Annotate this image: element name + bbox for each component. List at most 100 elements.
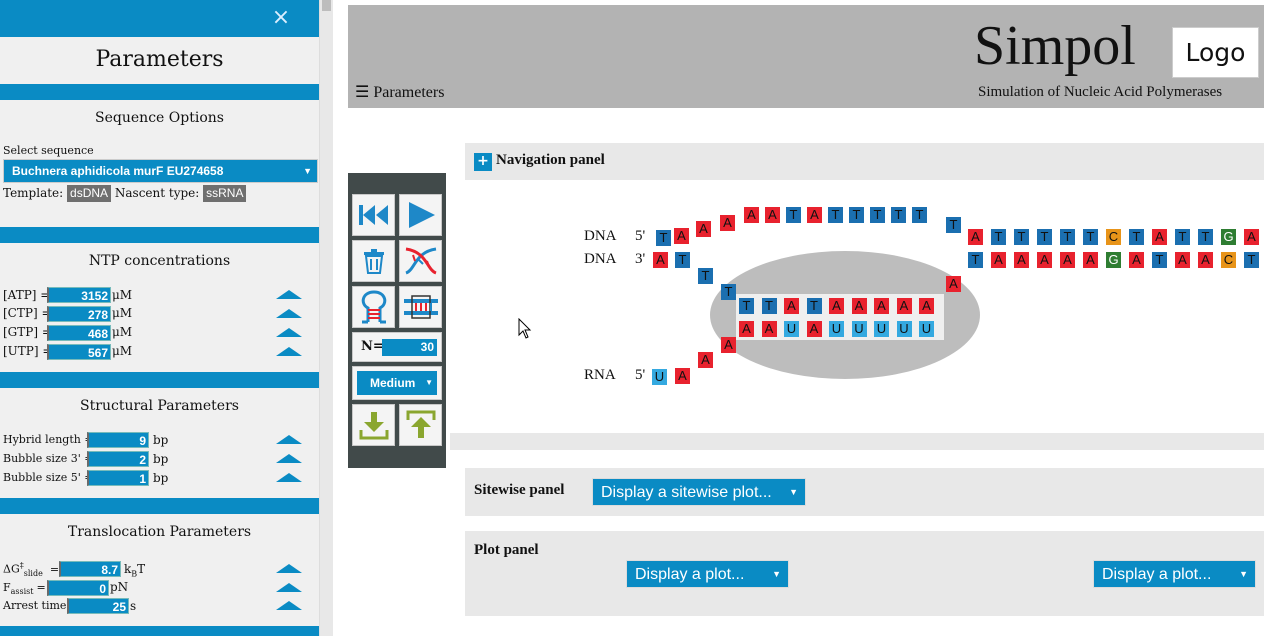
sequence-select-value: Buchnera aphidicola murF EU274658 [12, 164, 224, 178]
hybrid-length-label: Hybrid length = [3, 433, 94, 446]
close-icon[interactable]: × [270, 4, 292, 32]
nucleotide-A: A [675, 368, 690, 384]
download-icon [359, 412, 388, 440]
f-assist-input[interactable]: 0 [47, 580, 109, 596]
f-assist-distribution-icon[interactable] [276, 583, 302, 592]
nucleotide-U: U [784, 321, 799, 337]
nucleotide-A: A [653, 252, 668, 268]
chevron-down-icon: ▼ [789, 487, 798, 497]
atp-input[interactable]: 3152 [47, 287, 111, 303]
rewind-icon [358, 205, 388, 225]
n-input[interactable]: 30 [382, 339, 437, 356]
speed-control: Medium ▼ [352, 366, 442, 400]
dg-sub: slide [23, 568, 43, 578]
rna-label: RNA [584, 367, 616, 383]
nucleotide-T: T [698, 268, 713, 284]
ctp-input[interactable]: 278 [47, 306, 111, 322]
nucleotide-A: A [1175, 252, 1190, 268]
dna-top-label: DNA [584, 228, 617, 244]
plot-select-left[interactable]: Display a plot... ▼ [626, 560, 789, 588]
atp-distribution-icon[interactable] [276, 290, 302, 299]
dg-slide-label: ΔG‡slide = [3, 561, 59, 578]
speed-select-value: Medium [370, 376, 416, 390]
dg-slide-input[interactable]: 8.7 [59, 561, 121, 577]
translocation-heading: Translocation Parameters [67, 524, 252, 540]
kt-t: T [137, 562, 146, 576]
simulation-toolbar: N= 30 Medium ▼ [348, 173, 446, 468]
gtp-input[interactable]: 468 [47, 325, 111, 341]
arrest-time-label: Arrest time: [3, 599, 71, 612]
nucleotide-A: A [851, 298, 867, 314]
nucleotide-A: A [991, 252, 1006, 268]
nucleotide-T: T [946, 217, 961, 233]
polymerase-button[interactable] [399, 286, 442, 328]
parameters-menu-button[interactable]: ☰ Parameters [355, 83, 444, 102]
dna-structure-button[interactable] [399, 240, 442, 282]
nucleotide-T: T [870, 207, 885, 223]
atp-label: [ATP] = [3, 288, 51, 302]
nucleotide-T: T [786, 207, 801, 223]
nucleotide-T: T [849, 207, 864, 223]
utp-input[interactable]: 567 [47, 344, 111, 360]
section-divider [0, 227, 319, 243]
nucleotide-G: G [1221, 229, 1236, 245]
hybrid-length-unit: bp [153, 433, 169, 447]
gtp-distribution-icon[interactable] [276, 328, 302, 337]
n-label: N= [361, 339, 384, 354]
bubble-5-input[interactable]: 1 [87, 470, 149, 486]
bubble-5-distribution-icon[interactable] [276, 473, 302, 482]
dg-slide-distribution-icon[interactable] [276, 564, 302, 573]
app-title: Simpol [974, 15, 1136, 77]
nucleotide-T: T [1244, 252, 1259, 268]
download-button[interactable] [352, 404, 395, 446]
atp-unit: μM [112, 288, 133, 302]
nucleotide-A: A [721, 337, 736, 353]
bubble-3-label: Bubble size 3' = [3, 452, 94, 465]
sequence-select[interactable]: Buchnera aphidicola murF EU274658 ▼ [3, 159, 318, 183]
hairpin-icon [361, 290, 386, 324]
play-button[interactable] [399, 194, 442, 236]
f-equals: = [36, 581, 46, 594]
trash-icon [363, 249, 384, 274]
nucleotide-A: A [744, 207, 759, 223]
speed-select[interactable]: Medium ▼ [357, 371, 437, 395]
nucleotide-A: A [720, 215, 735, 231]
arrest-time-input[interactable]: 25 [67, 598, 129, 614]
nucleotide-T: T [1014, 229, 1029, 245]
scrollbar-thumb[interactable] [322, 0, 331, 11]
structural-heading: Structural Parameters [80, 398, 239, 414]
bubble-3-distribution-icon[interactable] [276, 454, 302, 463]
nucleotide-T: T [1083, 229, 1098, 245]
rna-folding-button[interactable] [352, 286, 395, 328]
app-subtitle: Simulation of Nucleic Acid Polymerases [978, 84, 1223, 100]
chevron-down-icon: ▼ [303, 166, 312, 176]
nucleotide-C: C [1106, 229, 1121, 245]
delete-button[interactable] [352, 240, 395, 282]
nucleotide-A: A [1129, 252, 1144, 268]
nucleotide-U: U [652, 369, 667, 385]
utp-distribution-icon[interactable] [276, 347, 302, 356]
bubble-3-input[interactable]: 2 [87, 451, 149, 467]
arrest-time-distribution-icon[interactable] [276, 601, 302, 610]
dna-helix-icon [404, 247, 437, 275]
upload-button[interactable] [399, 404, 442, 446]
utp-unit: μM [112, 344, 133, 358]
nucleotide-A: A [1037, 252, 1052, 268]
rewind-button[interactable] [352, 194, 395, 236]
sidebar-scrollbar[interactable] [319, 0, 333, 636]
plot-select-left-value: Display a plot... [635, 566, 745, 583]
mouse-cursor-icon [518, 318, 532, 339]
hybrid-length-distribution-icon[interactable] [276, 435, 302, 444]
sitewise-plot-select[interactable]: Display a sitewise plot... ▼ [592, 478, 806, 506]
plot-select-right[interactable]: Display a plot... ▼ [1093, 560, 1256, 588]
nucleotide-U: U [829, 321, 844, 337]
hybrid-length-input[interactable]: 9 [87, 432, 149, 448]
ctp-distribution-icon[interactable] [276, 309, 302, 318]
navigation-panel-toggle[interactable]: + [474, 153, 492, 171]
navigation-panel-title: Navigation panel [496, 152, 605, 168]
navigation-canvas[interactable]: DNA 5' DNA 3' RNA 5' TAAAAATATTTTTTATTTT… [450, 180, 1264, 433]
dg-slide-unit: kBT [124, 562, 145, 578]
nucleotide-T: T [656, 230, 671, 246]
dg-equals: = [49, 562, 60, 576]
sitewise-panel-title: Sitewise panel [474, 482, 565, 498]
